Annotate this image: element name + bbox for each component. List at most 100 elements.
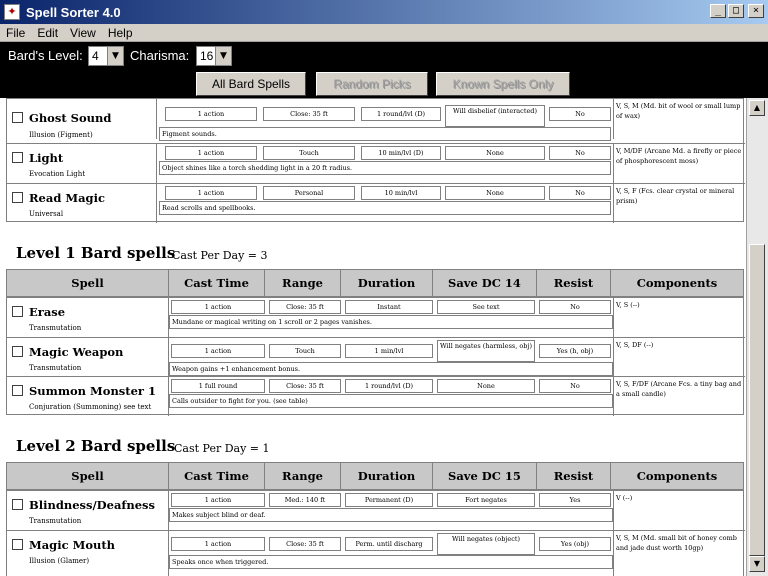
col-resist: Resist: [537, 463, 611, 489]
range: Close: 35 ft: [269, 537, 341, 551]
scroll-down-button[interactable]: ▼: [749, 556, 765, 572]
scroll-thumb[interactable]: [749, 244, 765, 556]
spell-checkbox[interactable]: [12, 539, 23, 550]
range: Close: 35 ft: [263, 107, 355, 121]
duration: 1 round/lvl (D): [345, 379, 433, 393]
controls-panel: Bard's Level: 4 ▼ Charisma: 16 ▼ All Bar…: [0, 42, 768, 98]
spell-list: Ghost Sound Illusion (Figment) 1 action …: [0, 98, 746, 576]
minimize-button[interactable]: _: [710, 4, 726, 18]
menu-edit[interactable]: Edit: [31, 26, 64, 40]
spell-description: Makes subject blind or deaf.: [169, 508, 613, 522]
spell-checkbox[interactable]: [12, 499, 23, 510]
spell-name: Erase: [29, 305, 66, 319]
bard-level-select[interactable]: 4 ▼: [88, 46, 124, 66]
chevron-down-icon[interactable]: ▼: [107, 47, 123, 65]
spell-description: Read scrolls and spellbooks.: [159, 201, 611, 215]
duration: Permanent (D): [345, 493, 433, 507]
spell-description: Speaks once when triggered.: [169, 555, 613, 569]
components: V, M/DF (Arcane Md. a firefly or piece o…: [613, 144, 745, 183]
table-row: Read Magic Universal 1 action Personal 1…: [7, 183, 745, 223]
save: None: [437, 379, 535, 393]
col-cast-time: Cast Time: [169, 463, 265, 489]
col-components: Components: [636, 276, 718, 290]
components: V, S, F/DF (Arcane Fcs. a tiny bag and a…: [613, 377, 745, 416]
bard-level-label: Bard's Level:: [8, 48, 83, 63]
duration: 10 min/lvl: [361, 186, 441, 200]
table-row: Magic Mouth Illusion (Glamer) 1 action C…: [7, 530, 745, 576]
resist: No: [539, 300, 611, 314]
resist: No: [549, 146, 611, 160]
chevron-down-icon[interactable]: ▼: [215, 47, 231, 65]
spell-school: Illusion (Figment): [29, 131, 93, 139]
spell-description: Weapon gains +1 enhancement bonus.: [169, 362, 613, 376]
table-row: Ghost Sound Illusion (Figment) 1 action …: [7, 99, 745, 141]
charisma-value: 16: [200, 49, 214, 63]
level1-cast-per-day: Cast Per Day = 3: [172, 249, 268, 262]
col-spell: Spell: [7, 463, 169, 489]
cast-time: 1 action: [171, 493, 265, 507]
duration: 1 min/lvl: [345, 344, 433, 358]
level1-header-row: Spell Cast Time Range Duration Save DC 1…: [6, 269, 744, 297]
vertical-scrollbar[interactable]: ▲ ▼: [746, 98, 768, 576]
components: V, S, M (Md. bit of wool or small lump o…: [613, 99, 745, 139]
table-row: Magic Weapon Transmutation 1 action Touc…: [7, 337, 745, 376]
maximize-button[interactable]: □: [728, 4, 744, 18]
spell-checkbox[interactable]: [12, 152, 23, 163]
col-range: Range: [265, 270, 341, 296]
menu-file[interactable]: File: [0, 26, 31, 40]
level2-header-row: Spell Cast Time Range Duration Save DC 1…: [6, 462, 744, 490]
resist: No: [539, 379, 611, 393]
resist: Yes: [539, 493, 611, 507]
spell-school: Conjuration (Summoning) see text: [29, 403, 152, 411]
spell-checkbox[interactable]: [12, 306, 23, 317]
level1-title: Level 1 Bard spells: [16, 244, 176, 262]
col-spell: Spell: [7, 270, 169, 296]
close-button[interactable]: ×: [748, 4, 764, 18]
col-save: Save DC 14: [433, 270, 537, 296]
range: Close: 35 ft: [269, 300, 341, 314]
level2-spell-table: Blindness/Deafness Transmutation 1 actio…: [6, 490, 745, 576]
random-picks-button[interactable]: Random Picks: [316, 72, 428, 96]
spell-description: Mundane or magical writing on 1 scroll o…: [169, 315, 613, 329]
app-icon: ✦: [4, 4, 20, 20]
level0-spell-table: Ghost Sound Illusion (Figment) 1 action …: [6, 98, 745, 223]
table-row: Light Evocation Light 1 action Touch 10 …: [7, 143, 745, 183]
resist: No: [549, 107, 611, 121]
col-range: Range: [265, 463, 341, 489]
range: Personal: [263, 186, 355, 200]
table-row: Summon Monster 1 Conjuration (Summoning)…: [7, 376, 745, 416]
resist: Yes (obj): [539, 537, 611, 551]
spell-name: Ghost Sound: [29, 111, 112, 125]
col-duration: Duration: [341, 270, 433, 296]
range: Close: 35 ft: [269, 379, 341, 393]
spell-description: Calls outsider to fight for you. (see ta…: [169, 394, 613, 408]
save: Will negates (object): [437, 533, 535, 555]
components: V, S (--): [613, 298, 745, 337]
menu-view[interactable]: View: [64, 26, 102, 40]
spell-school: Evocation Light: [29, 170, 86, 178]
spell-school: Transmutation: [29, 517, 82, 525]
components: V, S, DF (--): [613, 338, 745, 376]
spell-checkbox[interactable]: [12, 192, 23, 203]
spell-school: Transmutation: [29, 364, 82, 372]
range: Med.: 140 ft: [269, 493, 341, 507]
spell-checkbox[interactable]: [12, 112, 23, 123]
level2-title: Level 2 Bard spells: [16, 437, 176, 455]
all-bard-spells-button[interactable]: All Bard Spells: [196, 72, 306, 96]
scroll-up-button[interactable]: ▲: [749, 100, 765, 116]
components: V, S, M (Md. small bit of honey comb and…: [613, 531, 745, 576]
menu-bar: File Edit View Help: [0, 24, 768, 42]
menu-help[interactable]: Help: [102, 26, 139, 40]
range: Touch: [263, 146, 355, 160]
known-spells-only-button[interactable]: Known Spells Only: [436, 72, 570, 96]
col-save: Save DC 15: [433, 463, 537, 489]
charisma-label: Charisma:: [130, 48, 190, 63]
spell-checkbox[interactable]: [12, 385, 23, 396]
col-duration: Duration: [341, 463, 433, 489]
duration: Instant: [345, 300, 433, 314]
table-row: Blindness/Deafness Transmutation 1 actio…: [7, 491, 745, 530]
cast-time: 1 action: [171, 300, 265, 314]
charisma-select[interactable]: 16 ▼: [196, 46, 232, 66]
save: Will negates (harmless, obj): [437, 340, 535, 362]
spell-checkbox[interactable]: [12, 346, 23, 357]
